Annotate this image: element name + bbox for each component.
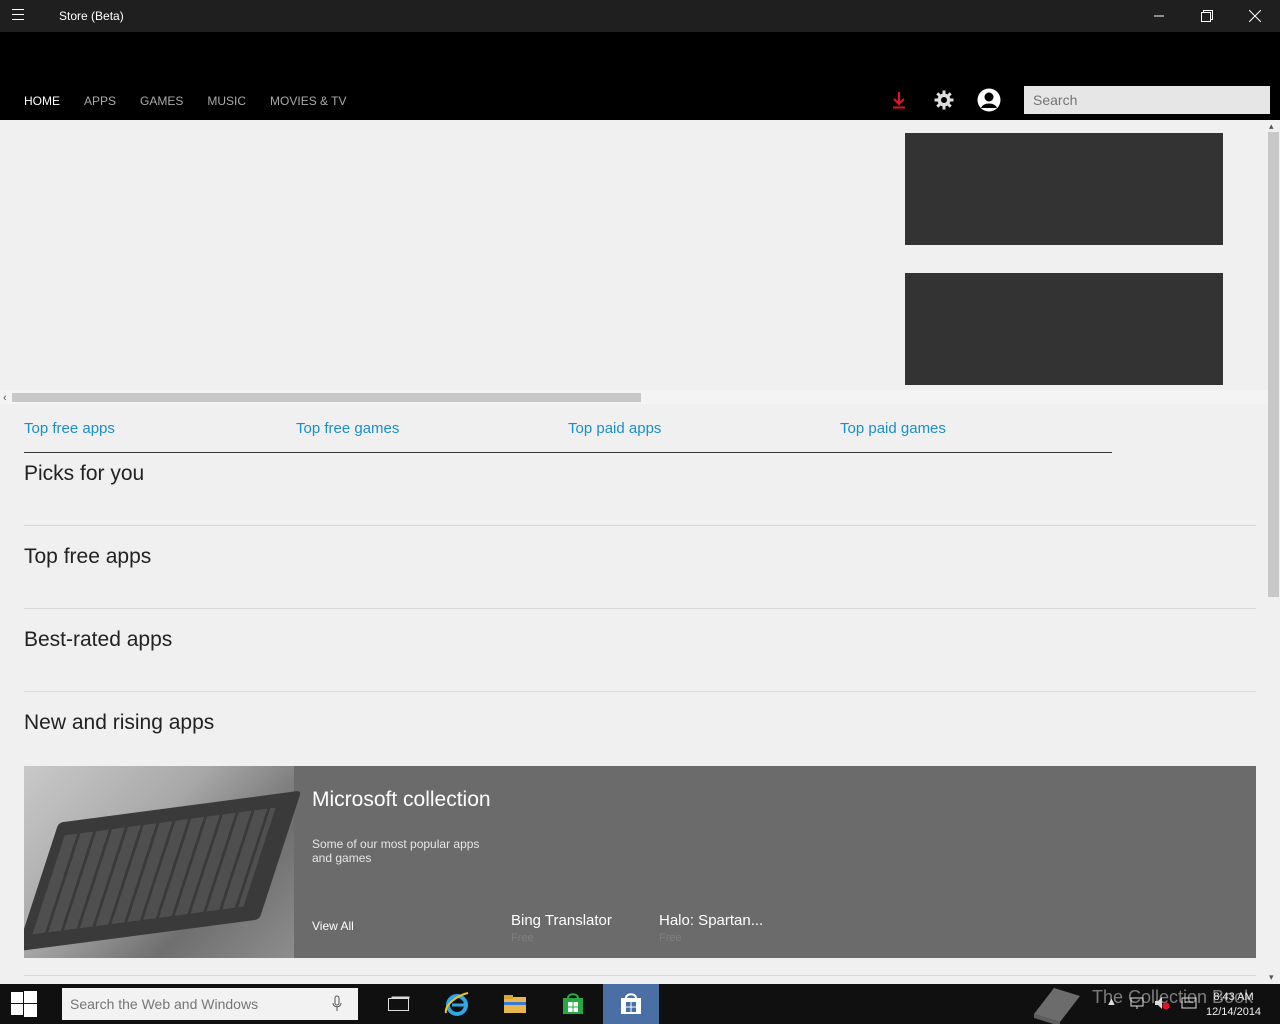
scroll-left-arrow-icon[interactable]: ‹ xyxy=(3,392,7,404)
divider xyxy=(24,975,1256,976)
close-icon xyxy=(1249,10,1261,22)
clock-date: 12/14/2014 xyxy=(1206,1006,1262,1018)
show-hidden-icons-icon[interactable]: ▲ xyxy=(1106,996,1117,1008)
keyboard-photo xyxy=(24,766,302,958)
section-picks-for-you: Picks for you xyxy=(24,443,1256,526)
task-view-icon[interactable] xyxy=(371,984,427,1024)
volume-muted-icon[interactable] xyxy=(1154,996,1170,1013)
vertical-scrollbar[interactable]: ▴ ▾ xyxy=(1268,120,1280,984)
nav-apps[interactable]: APPS xyxy=(84,94,116,108)
link-top-free-apps[interactable]: Top free apps xyxy=(24,420,115,437)
section-top-free-apps: Top free apps xyxy=(24,526,1256,609)
restore-icon xyxy=(1201,10,1213,22)
nav-movies-tv[interactable]: MOVIES & TV xyxy=(270,94,346,108)
start-button[interactable] xyxy=(0,984,48,1024)
minimize-button[interactable] xyxy=(1136,0,1182,32)
app-bing-translator[interactable]: Bing Translator xyxy=(511,912,612,929)
taskbar-search-input[interactable] xyxy=(62,988,358,1020)
watermark-book-icon xyxy=(1034,988,1080,1024)
app-price: Free xyxy=(511,932,534,944)
banner-title: Microsoft collection xyxy=(312,788,491,811)
nav-home[interactable]: HOME xyxy=(24,94,60,108)
store-green-icon[interactable] xyxy=(545,984,601,1024)
main-nav: HOME APPS GAMES MUSIC MOVIES & TV xyxy=(24,94,371,108)
banner-subtitle: Some of our most popular apps and games xyxy=(312,837,480,865)
app-price: Free xyxy=(659,932,682,944)
main-content: ‹ Top free apps Top free games Top paid … xyxy=(0,120,1268,984)
taskbar: The Collection Book ▲ 8:43 AM 12/14/2014 xyxy=(0,984,1280,1024)
vertical-scroll-thumb[interactable] xyxy=(1268,132,1279,597)
section-heading[interactable]: Top free apps xyxy=(24,545,1256,569)
section-best-rated-apps: Best-rated apps xyxy=(24,609,1256,692)
close-button[interactable] xyxy=(1232,0,1278,32)
hero-tile-bottom[interactable] xyxy=(905,273,1223,385)
section-heading[interactable]: Best-rated apps xyxy=(24,628,1256,652)
horizontal-scroll-thumb[interactable] xyxy=(12,393,641,402)
horizontal-scrollbar[interactable]: ‹ xyxy=(0,390,1268,404)
scroll-up-arrow-icon[interactable]: ▴ xyxy=(1269,121,1274,132)
link-top-free-games[interactable]: Top free games xyxy=(296,420,399,437)
app-halo-spartan[interactable]: Halo: Spartan... xyxy=(659,912,763,929)
hamburger-menu-icon[interactable] xyxy=(12,9,36,23)
action-center-icon[interactable] xyxy=(1181,996,1197,1013)
hero-tile-top[interactable] xyxy=(905,133,1223,245)
nav-music[interactable]: MUSIC xyxy=(207,94,246,108)
taskbar-clock[interactable]: 8:43 AM 12/14/2014 xyxy=(1206,990,1261,1020)
download-icon[interactable] xyxy=(887,88,911,112)
scroll-down-arrow-icon[interactable]: ▾ xyxy=(1269,972,1274,983)
app-header: HOME APPS GAMES MUSIC MOVIES & TV xyxy=(0,32,1280,120)
microphone-icon[interactable] xyxy=(332,995,342,1018)
windows-logo-icon xyxy=(11,991,37,1017)
nav-games[interactable]: GAMES xyxy=(140,94,183,108)
link-top-paid-games[interactable]: Top paid games xyxy=(840,420,946,437)
section-heading[interactable]: Picks for you xyxy=(24,462,1256,486)
network-icon[interactable] xyxy=(1130,996,1144,1013)
minimize-icon xyxy=(1154,15,1164,17)
view-all-link[interactable]: View All xyxy=(312,919,354,933)
window-title: Store (Beta) xyxy=(59,9,124,23)
settings-gear-icon[interactable] xyxy=(932,88,956,112)
search-input[interactable] xyxy=(1024,86,1270,114)
section-heading[interactable]: New and rising apps xyxy=(24,711,1256,735)
store-beta-active-icon[interactable] xyxy=(603,984,659,1024)
collection-banner[interactable]: Microsoft collection Some of our most po… xyxy=(24,766,1256,958)
user-avatar-icon[interactable] xyxy=(977,88,1001,112)
link-top-paid-apps[interactable]: Top paid apps xyxy=(568,420,661,437)
internet-explorer-icon[interactable] xyxy=(429,984,485,1024)
title-bar: Store (Beta) xyxy=(0,0,1280,32)
clock-time: 8:43 AM xyxy=(1213,991,1254,1003)
restore-button[interactable] xyxy=(1184,0,1230,32)
section-new-and-rising-apps: New and rising apps xyxy=(24,692,1256,775)
file-explorer-icon[interactable] xyxy=(487,984,543,1024)
